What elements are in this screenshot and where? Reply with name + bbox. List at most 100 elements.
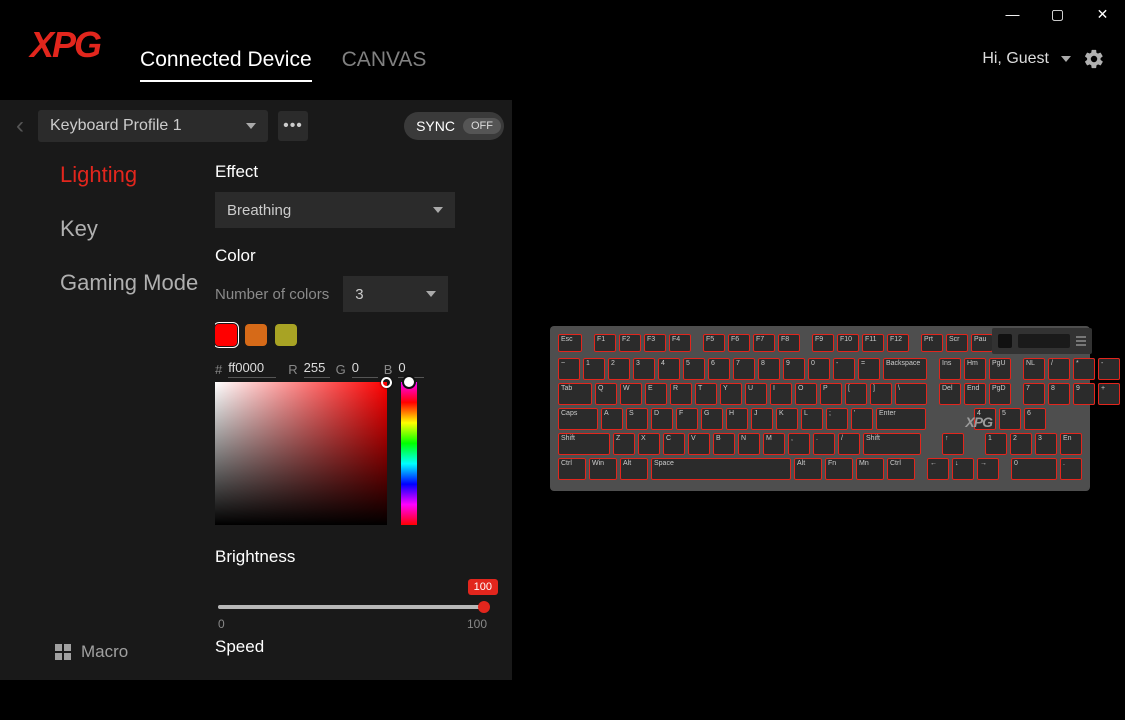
key-y[interactable]: Y [720,383,742,405]
key-[interactable]: / [1048,358,1070,380]
key-f5[interactable]: F5 [703,334,725,352]
key-caps[interactable]: Caps [558,408,598,430]
hex-input[interactable] [228,360,276,378]
key-nl[interactable]: NL [1023,358,1045,380]
key-hm[interactable]: Hm [964,358,986,380]
key-enter[interactable]: Enter [876,408,926,430]
key-b[interactable]: B [713,433,735,455]
user-dropdown-icon[interactable] [1061,56,1071,62]
settings-icon[interactable] [1083,48,1105,70]
key-del[interactable]: Del [939,383,961,405]
key-a[interactable]: A [601,408,623,430]
key-0[interactable]: 0 [1011,458,1057,480]
key-8[interactable]: 8 [758,358,780,380]
key-s[interactable]: S [626,408,648,430]
key-p[interactable]: P [820,383,842,405]
key-8[interactable]: 8 [1048,383,1070,405]
key-f9[interactable]: F9 [812,334,834,352]
key-u[interactable]: U [745,383,767,405]
key-shift[interactable]: Shift [863,433,921,455]
key-x[interactable]: X [638,433,660,455]
key-[interactable]: * [1073,358,1095,380]
key-n[interactable]: N [738,433,760,455]
swatch-2[interactable] [245,324,267,346]
key-7[interactable]: 7 [1023,383,1045,405]
key-space[interactable]: Space [651,458,791,480]
key-[interactable]: ↓ [952,458,974,480]
key-w[interactable]: W [620,383,642,405]
nav-key[interactable]: Key [60,216,200,242]
key-2[interactable]: 2 [608,358,630,380]
key-[interactable]: + [1098,383,1120,405]
tab-canvas[interactable]: CANVAS [342,48,427,82]
key-[interactable]: ; [826,408,848,430]
brightness-thumb[interactable] [478,601,490,613]
key-mn[interactable]: Mn [856,458,884,480]
key-prt[interactable]: Prt [921,334,943,352]
key-[interactable]: , [788,433,810,455]
key-[interactable]: ' [851,408,873,430]
nav-macro[interactable]: Macro [55,642,128,662]
hue-picker[interactable] [401,382,417,525]
key-[interactable]: = [858,358,880,380]
back-icon[interactable]: ‹ [16,112,24,140]
key-f12[interactable]: F12 [887,334,909,352]
g-input[interactable] [352,360,378,378]
numcolors-dropdown[interactable]: 3 [343,276,448,312]
key-6[interactable]: 6 [708,358,730,380]
key-[interactable]: / [838,433,860,455]
key-ins[interactable]: Ins [939,358,961,380]
key-5[interactable]: 5 [683,358,705,380]
minimize-button[interactable]: — [990,0,1035,28]
key-1[interactable]: 1 [583,358,605,380]
key-[interactable]: ↑ [942,433,964,455]
key-tab[interactable]: Tab [558,383,592,405]
key-f[interactable]: F [676,408,698,430]
key-f11[interactable]: F11 [862,334,884,352]
key-5[interactable]: 5 [999,408,1021,430]
key-0[interactable]: 0 [808,358,830,380]
key-[interactable]: . [813,433,835,455]
key-f4[interactable]: F4 [669,334,691,352]
key-6[interactable]: 6 [1024,408,1046,430]
key-k[interactable]: K [776,408,798,430]
key-shift[interactable]: Shift [558,433,610,455]
key-[interactable]: \ [895,383,927,405]
profile-dropdown[interactable]: Keyboard Profile 1 [38,110,268,142]
nav-lighting[interactable]: Lighting [60,162,200,188]
key-i[interactable]: I [770,383,792,405]
sv-handle[interactable] [381,377,392,388]
effect-dropdown[interactable]: Breathing [215,192,455,228]
key-f8[interactable]: F8 [778,334,800,352]
key-c[interactable]: C [663,433,685,455]
key-end[interactable]: End [964,383,986,405]
tab-connected-device[interactable]: Connected Device [140,48,312,82]
key-3[interactable]: 3 [1035,433,1057,455]
key-win[interactable]: Win [589,458,617,480]
key-f2[interactable]: F2 [619,334,641,352]
key-f1[interactable]: F1 [594,334,616,352]
key-r[interactable]: R [670,383,692,405]
key-pgu[interactable]: PgU [989,358,1011,380]
key-[interactable]: ~ [558,358,580,380]
key-ctrl[interactable]: Ctrl [887,458,915,480]
key-e[interactable]: E [645,383,667,405]
key-f10[interactable]: F10 [837,334,859,352]
key-l[interactable]: L [801,408,823,430]
key-[interactable]: [ [845,383,867,405]
key-j[interactable]: J [751,408,773,430]
key-[interactable]: ] [870,383,892,405]
key-f7[interactable]: F7 [753,334,775,352]
key-[interactable]: . [1060,458,1082,480]
key-en[interactable]: En [1060,433,1082,455]
nav-gaming-mode[interactable]: Gaming Mode [60,270,200,296]
key-alt[interactable]: Alt [620,458,648,480]
swatch-3[interactable] [275,324,297,346]
key-pgd[interactable]: PgD [989,383,1011,405]
key-[interactable]: ← [927,458,949,480]
key-d[interactable]: D [651,408,673,430]
close-button[interactable]: ✕ [1080,0,1125,28]
maximize-button[interactable]: ▢ [1035,0,1080,28]
key-h[interactable]: H [726,408,748,430]
key-scr[interactable]: Scr [946,334,968,352]
